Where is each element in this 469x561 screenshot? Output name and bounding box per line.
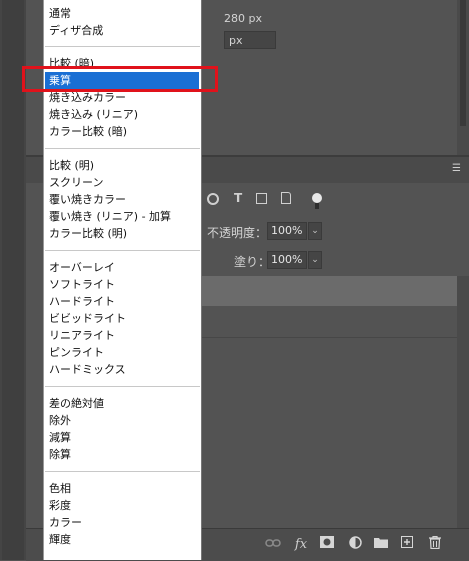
layer-row[interactable]	[200, 307, 457, 338]
new-layer-icon[interactable]	[398, 536, 416, 554]
opacity-label: 不透明度：	[207, 226, 268, 240]
blend-hue[interactable]: 色相	[49, 480, 199, 497]
menu-separator	[45, 250, 200, 251]
blend-color[interactable]: カラー	[49, 514, 199, 531]
opacity-dropdown-button[interactable]: ⌄	[308, 222, 322, 240]
blend-luminosity[interactable]: 輝度	[49, 531, 199, 548]
folder-icon[interactable]	[372, 536, 390, 554]
blend-divide[interactable]: 除算	[49, 446, 199, 463]
left-toolbar-inner	[2, 0, 24, 560]
mask-icon[interactable]	[318, 536, 336, 554]
properties-scrollbar[interactable]	[457, 0, 469, 155]
type-filter-icon[interactable]: T	[234, 191, 242, 205]
layer-row-selected[interactable]	[200, 276, 457, 306]
blend-overlay[interactable]: オーバーレイ	[49, 259, 199, 276]
menu-separator	[45, 148, 200, 149]
blend-soft-light[interactable]: ソフトライト	[49, 276, 199, 293]
panel-menu-icon[interactable]: ☰	[452, 164, 464, 174]
trash-icon[interactable]	[426, 535, 444, 554]
blend-normal[interactable]: 通常	[49, 5, 199, 22]
blend-dissolve[interactable]: ディザ合成	[49, 22, 199, 39]
blend-lighten[interactable]: 比較 (明)	[49, 157, 199, 174]
blend-exclusion[interactable]: 除外	[49, 412, 199, 429]
blend-screen[interactable]: スクリーン	[49, 174, 199, 191]
blend-linear-light[interactable]: リニアライト	[49, 327, 199, 344]
blend-pin-light[interactable]: ピンライト	[49, 344, 199, 361]
blend-hard-light[interactable]: ハードライト	[49, 293, 199, 310]
annotation-highlight-box	[22, 66, 218, 92]
blend-difference[interactable]: 差の絶対値	[49, 395, 199, 412]
menu-separator	[45, 46, 200, 47]
canvas-size-text: 280 px	[224, 12, 262, 25]
blend-saturation[interactable]: 彩度	[49, 497, 199, 514]
link-icon[interactable]	[264, 536, 282, 554]
blend-vivid-light[interactable]: ビビッドライト	[49, 310, 199, 327]
fill-label: 塗り：	[234, 255, 271, 269]
blend-hard-mix[interactable]: ハードミックス	[49, 361, 199, 378]
fill-dropdown-button[interactable]: ⌄	[308, 251, 322, 269]
shape-filter-icon[interactable]	[256, 193, 267, 204]
toggle-bar	[315, 203, 319, 209]
blend-linear-dodge[interactable]: 覆い焼き (リニア) - 加算	[49, 208, 199, 225]
fx-icon[interactable]: fx	[292, 536, 310, 554]
blend-color-dodge[interactable]: 覆い焼きカラー	[49, 191, 199, 208]
blend-subtract[interactable]: 減算	[49, 429, 199, 446]
size-field[interactable]: px	[224, 31, 276, 49]
scrollbar-thumb[interactable]	[460, 0, 466, 126]
adjustment-icon[interactable]	[346, 536, 364, 554]
menu-separator	[45, 386, 200, 387]
opacity-input[interactable]: 100%	[267, 222, 307, 240]
menu-separator	[45, 471, 200, 472]
filter-toggle[interactable]	[312, 193, 322, 211]
smart-object-filter-icon[interactable]	[281, 192, 291, 204]
fill-input[interactable]: 100%	[267, 251, 307, 269]
blend-linear-burn[interactable]: 焼き込み (リニア)	[49, 106, 199, 123]
layers-scrollbar[interactable]	[457, 276, 469, 528]
blend-darker-color[interactable]: カラー比較 (暗)	[49, 123, 199, 140]
adjustment-filter-icon[interactable]	[207, 193, 219, 205]
blend-lighter-color[interactable]: カラー比較 (明)	[49, 225, 199, 242]
toggle-knob	[312, 193, 322, 203]
